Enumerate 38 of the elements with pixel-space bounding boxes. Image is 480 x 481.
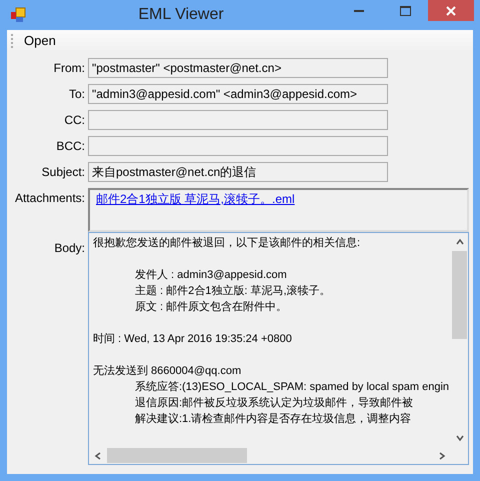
scroll-left-icon[interactable] — [93, 450, 103, 460]
scroll-down-icon[interactable] — [454, 433, 464, 443]
body-line: 主题 : 邮件2合1独立版: 草泥马,滚犊子。 — [134, 284, 331, 299]
body-line: 无法发送到 8660004@qq.com — [93, 364, 242, 379]
text-field[interactable] — [88, 110, 388, 130]
minimize-icon[interactable] — [354, 10, 364, 12]
field-label: Attachments: — [14, 190, 85, 207]
body-line: 原文 : 邮件原文包含在附件中。 — [134, 300, 288, 315]
field-label: Subject: — [40, 164, 85, 181]
scroll-thumb[interactable] — [452, 251, 467, 339]
scroll-up-icon[interactable] — [454, 237, 464, 247]
field-label: Body: — [53, 240, 85, 257]
text-field[interactable]: "admin3@appesid.com" <admin3@appesid.com> — [88, 84, 388, 104]
field-label: To: — [68, 86, 85, 103]
body-textbox[interactable] — [88, 232, 469, 465]
field-label: CC: — [63, 112, 85, 129]
app-icon — [10, 7, 26, 23]
attachments-list[interactable]: 邮件2合1独立版 草泥马,滚犊子。.eml — [88, 188, 469, 232]
body-line: 发件人 : admin3@appesid.com — [134, 268, 287, 283]
body-line: 解决建议:1.请检查邮件内容是否存在垃圾信息，调整内容 — [134, 412, 412, 427]
text-field[interactable]: "postmaster" <postmaster@net.cn> — [88, 58, 388, 78]
attachment-link[interactable]: 邮件2合1独立版 草泥马,滚犊子。.eml — [96, 192, 295, 206]
close-button[interactable] — [428, 0, 474, 21]
field-label: From: — [52, 60, 85, 77]
body-line: 很抱歉您发送的邮件被退回，以下是该邮件的相关信息: — [93, 236, 360, 251]
scroll-right-icon[interactable] — [437, 450, 447, 460]
close-icon[interactable] — [446, 6, 456, 16]
scroll-thumb[interactable] — [107, 448, 247, 463]
body-line: 退信原因:邮件被反垃圾系统认定为垃圾邮件，导致邮件被 — [134, 396, 414, 411]
text-field[interactable]: 来自postmaster@net.cn的退信 — [88, 162, 388, 182]
field-label: BCC: — [55, 138, 85, 155]
menu-item[interactable]: Open — [20, 31, 60, 51]
maximize-icon[interactable] — [400, 6, 410, 16]
body-line: 时间 : Wed, 13 Apr 2016 19:35:24 +0800 — [93, 332, 292, 347]
text-field[interactable] — [88, 136, 388, 156]
window-title: EML Viewer — [137, 5, 225, 25]
body-line: 系统应答:(13)ESO_LOCAL_SPAM: spamed by local spam engin — [134, 380, 450, 395]
toolbar-grip[interactable] — [11, 34, 14, 48]
